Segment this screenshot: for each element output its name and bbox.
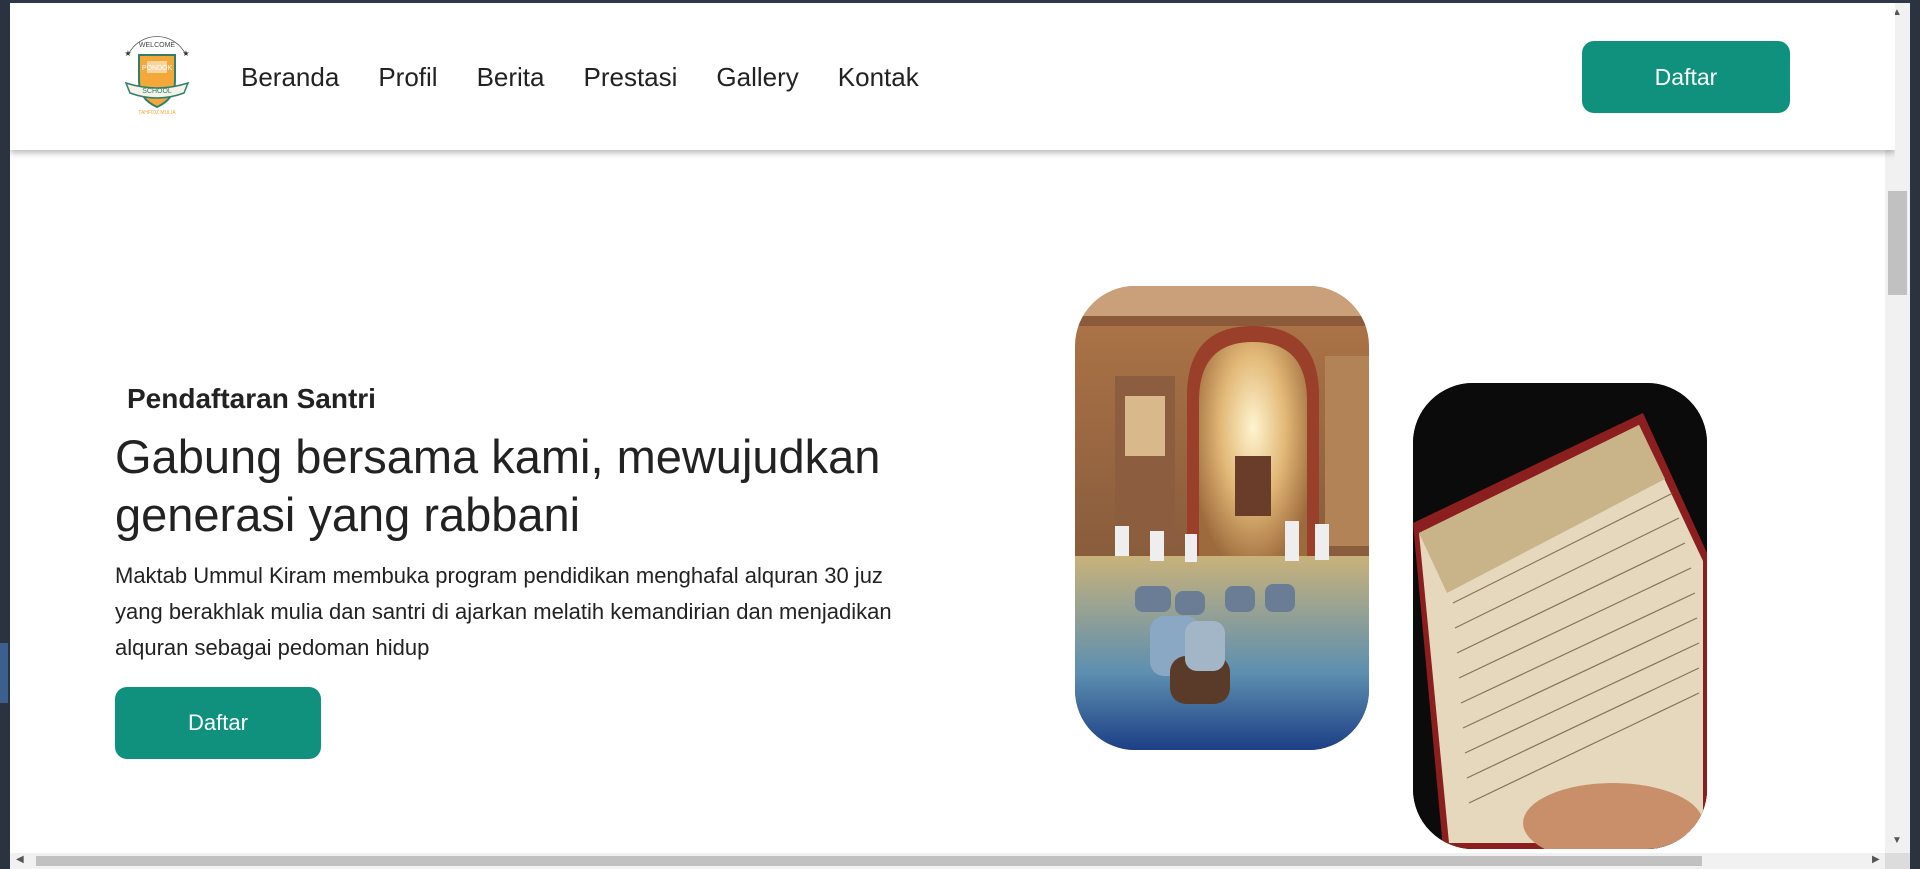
desktop-edge-tab [0,643,8,703]
svg-text:★: ★ [182,49,189,58]
vertical-scroll-thumb[interactable] [1888,191,1907,295]
scroll-right-arrow-icon[interactable]: ▶ [1872,854,1880,865]
logo-school-text: SCHOOL [142,88,172,95]
window-right-edge [1910,0,1920,869]
logo-welcome-text: WELCOME [139,42,176,49]
nav-item-berita[interactable]: Berita [477,61,545,93]
scrollbar-corner [1885,853,1910,869]
logo-pondok-text: PONDOK [142,65,173,72]
mosque-interior-image [1075,286,1369,750]
nav-item-gallery[interactable]: Gallery [716,61,798,93]
hero-daftar-button[interactable]: Daftar [115,687,321,759]
quran-book-image [1413,383,1707,849]
scroll-left-arrow-icon[interactable]: ◀ [16,854,24,865]
main-nav: Beranda Profil Berita Prestasi Gallery K… [241,61,958,93]
horizontal-scrollbar[interactable]: ◀ ▶ [10,853,1885,869]
window-left-edge [0,0,10,869]
web-page: WELCOME ★ ★ PONDOK SCHOOL TAHFIDZ MULIA … [10,3,1895,853]
header-daftar-button[interactable]: Daftar [1582,41,1790,113]
hero-headline: Gabung bersama kami, mewujudkan generasi… [115,430,881,541]
nav-item-prestasi[interactable]: Prestasi [583,61,677,93]
nav-item-profil[interactable]: Profil [378,61,437,93]
hero-subtitle: Pendaftaran Santri [127,383,376,414]
scroll-down-arrow-icon[interactable]: ▼ [1892,835,1902,846]
nav-item-beranda[interactable]: Beranda [241,61,339,93]
logo-tagline-text: TAHFIDZ MULIA [138,110,176,116]
svg-text:★: ★ [124,49,131,58]
site-header: WELCOME ★ ★ PONDOK SCHOOL TAHFIDZ MULIA … [10,3,1895,150]
nav-item-kontak[interactable]: Kontak [838,61,919,93]
horizontal-scroll-thumb[interactable] [36,856,1702,866]
school-logo-icon[interactable]: WELCOME ★ ★ PONDOK SCHOOL TAHFIDZ MULIA [114,33,200,123]
hero-description: Maktab Ummul Kiram membuka program pendi… [115,563,892,660]
